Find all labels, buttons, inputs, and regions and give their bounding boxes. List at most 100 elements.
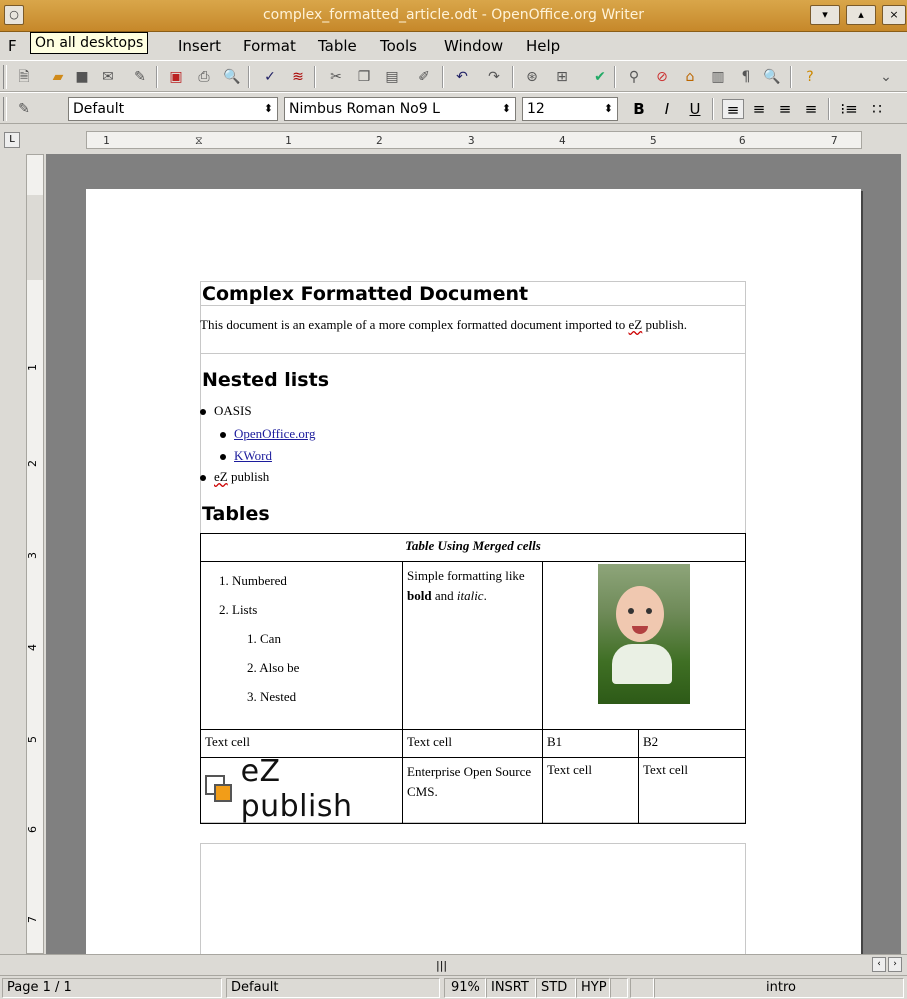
bold-button[interactable]: B — [628, 99, 650, 119]
save-icon[interactable]: ■ — [72, 67, 92, 87]
paragraph-style-select[interactable]: Default ⬍ — [68, 97, 278, 121]
scroll-left-icon[interactable]: ‹ — [872, 957, 886, 972]
intro-paragraph[interactable]: This document is an example of a more co… — [200, 315, 730, 335]
zoom-icon[interactable]: 🔍 — [762, 67, 782, 87]
ruler-tick-label: 2 — [376, 134, 383, 147]
numbering-icon[interactable]: ⁝≡ — [838, 99, 860, 119]
list-item[interactable]: OpenOffice.org — [220, 426, 315, 442]
horizontal-scrollbar[interactable]: ||| ‹ › — [0, 954, 907, 974]
styles-formatting-icon[interactable]: ✎ — [14, 99, 34, 119]
baby-photo[interactable] — [598, 564, 690, 704]
document-page[interactable]: Complex Formatted Document This document… — [86, 189, 861, 954]
navigator-icon[interactable]: ⊘ — [652, 67, 672, 87]
ez-publish-logo: eZ publish — [203, 754, 400, 824]
table-cell[interactable]: B1 — [542, 729, 639, 758]
table-icon[interactable]: ⊞ — [552, 67, 572, 87]
misspelled-word[interactable]: eZ — [629, 317, 643, 332]
justify-icon[interactable]: ≡ — [800, 99, 822, 119]
gallery-icon[interactable]: ⌂ — [680, 67, 700, 87]
scroll-thumb-grip[interactable]: ||| — [436, 959, 447, 972]
kword-link[interactable]: KWord — [234, 448, 272, 463]
tables-heading: Tables — [202, 503, 270, 525]
page-style-indicator[interactable]: Default — [226, 978, 440, 998]
tab-stop-type-button[interactable]: L — [4, 132, 20, 148]
menu-file[interactable]: F — [8, 37, 17, 55]
toolbar-grip[interactable] — [3, 97, 7, 121]
numbered-list-cell[interactable]: 1. Numbered 2. Lists 1. Can 2. Also be 3… — [200, 561, 403, 730]
standard-toolbar: 🗎 ▰ ■ ✉ ✎ ▣ ⎙ 🔍 ✓ ≋ ✂ ❐ ▤ ✐ ↶ ↷ ⊛ ⊞ ✔ ⚲ … — [0, 60, 907, 92]
copy-icon[interactable]: ❐ — [354, 67, 374, 87]
toolbar-grip[interactable] — [3, 65, 7, 89]
horizontal-ruler[interactable]: 1 ⧖ 1 2 3 4 5 6 7 — [86, 131, 862, 149]
minimize-button[interactable]: ▾ — [810, 5, 840, 25]
table-cell[interactable]: B2 — [638, 729, 746, 758]
menu-table[interactable]: Table — [318, 37, 357, 55]
underline-button[interactable]: U — [684, 99, 706, 119]
selection-mode-indicator[interactable]: STD — [536, 978, 576, 998]
table-cell[interactable]: Enterprise Open Source CMS. — [402, 757, 543, 824]
data-sources-icon[interactable]: ▥ — [708, 67, 728, 87]
table-cell[interactable]: Text cell — [402, 729, 543, 758]
hyperlink-icon[interactable]: ⊛ — [522, 67, 542, 87]
paste-icon[interactable]: ▤ — [382, 67, 402, 87]
find-replace-icon[interactable]: ⚲ — [624, 67, 644, 87]
font-name-select[interactable]: Nimbus Roman No9 L ⬍ — [284, 97, 516, 121]
separator — [614, 66, 616, 88]
toolbar-overflow-icon[interactable]: ⌄ — [876, 67, 896, 87]
ruler-tick-label: 4 — [26, 644, 39, 651]
redo-icon[interactable]: ↷ — [484, 67, 504, 87]
align-right-icon[interactable]: ≡ — [774, 99, 796, 119]
separator — [442, 66, 444, 88]
signature-indicator[interactable] — [630, 978, 654, 998]
print-preview-icon[interactable]: 🔍 — [222, 67, 242, 87]
maximize-button[interactable]: ▴ — [846, 5, 876, 25]
email-icon[interactable]: ✉ — [98, 67, 118, 87]
tooltip: On all desktops — [30, 32, 149, 54]
italic-button[interactable]: I — [656, 99, 678, 119]
insert-mode-indicator[interactable]: INSRT — [486, 978, 536, 998]
menu-help[interactable]: Help — [526, 37, 560, 55]
format-paintbrush-icon[interactable]: ✐ — [414, 67, 434, 87]
menu-tools[interactable]: Tools — [380, 37, 417, 55]
autospellcheck-icon[interactable]: ≋ — [288, 67, 308, 87]
menu-insert[interactable]: Insert — [178, 37, 221, 55]
menu-window[interactable]: Window — [444, 37, 503, 55]
edit-file-icon[interactable]: ✎ — [130, 67, 150, 87]
page-indicator[interactable]: Page 1 / 1 — [2, 978, 222, 998]
new-document-icon[interactable]: 🗎 — [14, 67, 34, 87]
photo-cell[interactable] — [542, 561, 746, 730]
table-cell[interactable]: Text cell — [542, 757, 639, 824]
document-canvas[interactable]: Complex Formatted Document This document… — [46, 154, 901, 954]
spellcheck-icon[interactable]: ✓ — [260, 67, 280, 87]
print-icon[interactable]: ⎙ — [194, 67, 214, 87]
undo-icon[interactable]: ↶ — [452, 67, 472, 87]
export-pdf-icon[interactable]: ▣ — [166, 67, 186, 87]
openoffice-link[interactable]: OpenOffice.org — [234, 426, 315, 441]
zoom-indicator[interactable]: 91% — [444, 978, 486, 998]
align-center-icon[interactable]: ≡ — [748, 99, 770, 119]
help-icon[interactable]: ? — [800, 67, 820, 87]
ez-logo-cell[interactable]: eZ publish — [200, 754, 403, 824]
bullets-icon[interactable]: ∷ — [866, 99, 888, 119]
formatting-marks-icon[interactable]: ¶ — [736, 67, 756, 87]
separator — [156, 66, 158, 88]
scroll-right-icon[interactable]: › — [888, 957, 902, 972]
close-button[interactable]: × — [882, 5, 906, 25]
list-item[interactable]: KWord — [220, 448, 272, 464]
section-indicator: intro — [654, 978, 904, 998]
merged-cells-table[interactable]: Table Using Merged cells 1. Numbered 2. … — [200, 533, 746, 824]
table-caption[interactable]: Table Using Merged cells — [200, 533, 746, 562]
simple-formatting-cell[interactable]: Simple formatting like bold and italic. — [402, 561, 543, 730]
open-icon[interactable]: ▰ — [48, 67, 68, 87]
cut-icon[interactable]: ✂ — [326, 67, 346, 87]
font-size-select[interactable]: 12 ⬍ — [522, 97, 618, 121]
updown-arrow-icon: ⬍ — [263, 102, 273, 115]
left-indent-marker-icon[interactable]: ⧖ — [195, 134, 203, 148]
list-item: eZ publish — [200, 469, 269, 485]
table-cell[interactable]: Text cell — [638, 757, 746, 824]
draw-functions-icon[interactable]: ✔ — [590, 67, 610, 87]
align-left-icon[interactable]: ≡ — [722, 99, 744, 119]
hyperlink-mode-indicator[interactable]: HYP — [576, 978, 610, 998]
vertical-ruler[interactable]: 1 2 3 4 5 6 7 — [26, 154, 44, 954]
menu-format[interactable]: Format — [243, 37, 296, 55]
